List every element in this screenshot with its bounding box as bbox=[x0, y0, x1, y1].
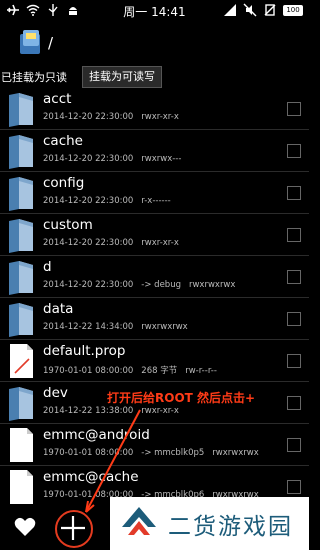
status-right-icons: 100 bbox=[223, 3, 303, 17]
file-name: emmc@android bbox=[43, 427, 150, 443]
file-date: 2014-12-22 14:34:00 bbox=[43, 322, 134, 332]
select-checkbox[interactable] bbox=[287, 270, 301, 284]
highlight-circle bbox=[55, 510, 93, 548]
file-row[interactable]: emmc@android 1970-01-01 08:00:00 -> mmcblk… bbox=[0, 424, 309, 466]
file-name: default.prop bbox=[43, 343, 126, 359]
instruction-annotation: 打开后给ROOT 然后点击+ bbox=[107, 391, 256, 405]
file-date: 2014-12-20 22:30:00 bbox=[43, 112, 134, 122]
file-name: d bbox=[43, 259, 52, 275]
select-checkbox[interactable] bbox=[287, 354, 301, 368]
file-list: acct 2014-12-20 22:30:00 rwxr-xr-x cache 201… bbox=[0, 88, 309, 508]
file-permissions: rwxrwxrwx bbox=[188, 280, 236, 290]
file-name: dev bbox=[43, 385, 68, 401]
file-name: acct bbox=[43, 91, 72, 107]
file-meta: 2014-12-20 22:30:00 -> debug rwxrwxrwx bbox=[43, 280, 243, 290]
file-icon bbox=[7, 469, 35, 505]
current-path: / bbox=[48, 34, 54, 52]
app-logo-icon bbox=[20, 30, 40, 54]
file-date: 2014-12-22 13:38:00 bbox=[43, 406, 134, 416]
watermark: 二货游戏园 bbox=[110, 497, 309, 550]
file-permissions: rwxr-xr-x bbox=[141, 406, 179, 416]
file-meta: 2014-12-22 14:34:00 rwxrwxrwx bbox=[43, 322, 196, 332]
file-date: 2014-12-20 22:30:00 bbox=[43, 154, 134, 164]
file-meta: 2014-12-20 22:30:00 rwxrwx--- bbox=[43, 154, 189, 164]
file-meta: 2014-12-20 22:30:00 r-x------ bbox=[43, 196, 179, 206]
file-permissions: rwxrwxrwx bbox=[212, 448, 259, 458]
folder-link-icon bbox=[7, 259, 35, 295]
select-checkbox[interactable] bbox=[287, 312, 301, 326]
watermark-text: 二货游戏园 bbox=[168, 514, 293, 540]
select-checkbox[interactable] bbox=[287, 396, 301, 410]
file-name: data bbox=[43, 301, 74, 317]
mount-read-write-button[interactable]: 挂载为可读写 bbox=[82, 66, 162, 88]
file-date: 1970-01-01 08:00:00 bbox=[43, 366, 134, 376]
folder-icon bbox=[7, 217, 35, 253]
battery-icon: 100 bbox=[283, 4, 303, 16]
file-date: 2014-12-20 22:30:00 bbox=[43, 196, 134, 206]
file-permissions: rwxrwxrwx bbox=[141, 322, 188, 332]
select-checkbox[interactable] bbox=[287, 144, 301, 158]
select-checkbox[interactable] bbox=[287, 186, 301, 200]
file-permissions: rw-r--r-- bbox=[185, 366, 217, 376]
file-meta: 1970-01-01 08:00:00 268 字节 rw-r--r-- bbox=[43, 364, 225, 376]
file-row[interactable]: d 2014-12-20 22:30:00 -> debug rwxrwxrwx bbox=[0, 256, 309, 298]
file-name: cache bbox=[43, 133, 83, 149]
select-checkbox[interactable] bbox=[287, 228, 301, 242]
file-name: custom bbox=[43, 217, 93, 233]
folder-icon bbox=[7, 91, 35, 127]
file-meta: 1970-01-01 08:00:00 -> mmcblk0p5 rwxrwxrwx bbox=[43, 448, 267, 458]
select-checkbox[interactable] bbox=[287, 480, 301, 494]
file-extra: -> mmcblk0p5 bbox=[141, 448, 205, 458]
watermark-logo-icon bbox=[122, 507, 156, 535]
mount-bar: 已挂载为只读 挂载为可读写 bbox=[0, 66, 309, 88]
folder-icon bbox=[7, 133, 35, 169]
silent-icon bbox=[243, 3, 257, 17]
file-row[interactable]: default.prop 1970-01-01 08:00:00 268 字节 rw-… bbox=[0, 340, 309, 382]
file-permissions: rwxr-xr-x bbox=[141, 112, 179, 122]
file-row[interactable]: custom 2014-12-20 22:30:00 rwxr-xr-x bbox=[0, 214, 309, 256]
no-sim-icon bbox=[264, 4, 276, 16]
file-permissions: rwxr-xr-x bbox=[141, 238, 179, 248]
file-row[interactable]: config 2014-12-20 22:30:00 r-x------ bbox=[0, 172, 309, 214]
file-meta: 2014-12-20 22:30:00 rwxr-xr-x bbox=[43, 238, 187, 248]
file-date: 2014-12-20 22:30:00 bbox=[43, 238, 134, 248]
file-name: config bbox=[43, 175, 85, 191]
file-meta: 2014-12-20 22:30:00 rwxr-xr-x bbox=[43, 112, 187, 122]
file-extra: 268 字节 bbox=[141, 366, 178, 376]
select-checkbox[interactable] bbox=[287, 438, 301, 452]
file-date: 2014-12-20 22:30:00 bbox=[43, 280, 134, 290]
file-icon bbox=[7, 343, 35, 379]
file-name: emmc@cache bbox=[43, 469, 139, 485]
file-row[interactable]: acct 2014-12-20 22:30:00 rwxr-xr-x bbox=[0, 88, 309, 130]
file-date: 1970-01-01 08:00:00 bbox=[43, 448, 134, 458]
file-icon bbox=[7, 427, 35, 463]
status-bar: 周一 14:41 100 bbox=[0, 0, 309, 22]
file-meta: 2014-12-22 13:38:00 rwxr-xr-x bbox=[43, 406, 187, 416]
file-row[interactable]: cache 2014-12-20 22:30:00 rwxrwx--- bbox=[0, 130, 309, 172]
mount-status-label: 已挂载为只读 bbox=[1, 71, 67, 84]
select-checkbox[interactable] bbox=[287, 102, 301, 116]
title-bar: / bbox=[0, 22, 309, 66]
signal-icon bbox=[224, 4, 236, 16]
file-extra: -> debug bbox=[141, 280, 181, 290]
folder-icon bbox=[7, 301, 35, 337]
file-permissions: r-x------ bbox=[141, 196, 171, 206]
file-row[interactable]: data 2014-12-22 14:34:00 rwxrwxrwx bbox=[0, 298, 309, 340]
favorites-heart-icon[interactable] bbox=[14, 517, 36, 537]
folder-icon bbox=[7, 385, 35, 421]
file-permissions: rwxrwx--- bbox=[141, 154, 182, 164]
folder-icon bbox=[7, 175, 35, 211]
